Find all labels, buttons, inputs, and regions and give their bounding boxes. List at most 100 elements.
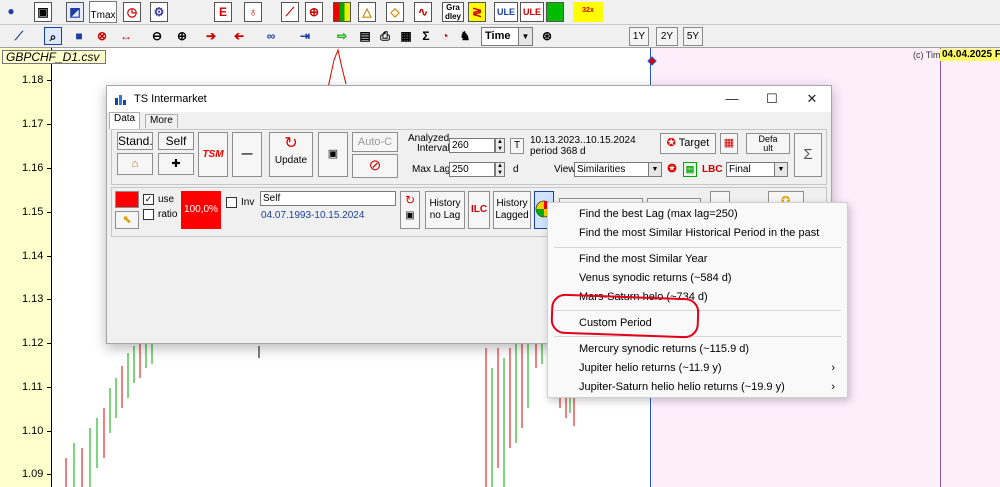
history-nolag-label-2: no Lag (429, 210, 461, 221)
draw-line-icon[interactable]: ⟋ (10, 27, 28, 45)
history-nolag-button[interactable]: History no Lag (425, 191, 465, 229)
zoom-badge[interactable]: 32x (573, 2, 603, 22)
menu-item-mercury-synodic[interactable]: Mercury synodic returns (~115.9 d) (548, 340, 847, 359)
days-label: d (513, 164, 519, 175)
print-icon[interactable]: ⎙ (376, 27, 394, 45)
menu-item-jupiter-saturn[interactable]: Jupiter-Saturn helio helio returns (~19.… (548, 378, 847, 397)
triangle-icon[interactable]: △ (358, 2, 376, 22)
zoom-in-icon[interactable]: ⊕ (173, 27, 191, 45)
auto-c-button[interactable]: Auto-C (352, 132, 398, 152)
time-select[interactable]: Time ▼ (481, 27, 533, 46)
dialog-titlebar[interactable]: TS Intermarket — ☐ ✕ (107, 86, 831, 112)
use-checkbox[interactable]: ✓ (143, 194, 154, 205)
add-icon[interactable]: ✚ (158, 153, 194, 175)
analyzed-interval-input[interactable]: 260 (449, 138, 495, 153)
final-select[interactable]: Final ▼ (726, 162, 788, 177)
export-icon[interactable]: ▤ (683, 162, 697, 177)
lock-icon[interactable]: ⊛ (538, 27, 556, 45)
view-label: View (554, 164, 576, 175)
ilc-button[interactable]: ILC (468, 191, 490, 229)
zoom-label: 32x (582, 7, 594, 14)
compass-button[interactable]: ⊘ (352, 154, 398, 178)
clock-icon[interactable]: ◷ (123, 2, 141, 22)
compass-icon[interactable]: ⊕ (305, 2, 323, 22)
minus-button[interactable]: — (232, 132, 262, 177)
sigma-button[interactable]: Σ (794, 133, 822, 177)
wave-icon[interactable]: ∿ (414, 2, 432, 22)
color-bars-icon[interactable] (333, 2, 351, 22)
width-icon[interactable]: ↔ (117, 27, 135, 45)
gear-icon[interactable]: ⚙ (150, 2, 168, 22)
maximize-button[interactable]: ☐ (759, 89, 785, 109)
today-marker-icon[interactable] (647, 56, 657, 66)
refresh-small-icon: ↻ (404, 193, 416, 207)
default-button[interactable]: Defa ult (746, 133, 790, 154)
ule-button[interactable]: ULE (494, 2, 518, 22)
line-chart-icon[interactable]: ⟋ (281, 2, 299, 22)
menu-item-venus-synodic[interactable]: Venus synodic returns (~584 d) (548, 269, 847, 288)
maxlag-input[interactable]: 250 (449, 162, 495, 177)
magnifier-icon[interactable]: ⌕ (44, 27, 62, 45)
arrow-right-icon[interactable]: ➔ (202, 27, 220, 45)
world-icon[interactable]: ● (2, 2, 20, 22)
green-square-icon[interactable] (546, 2, 564, 22)
range-1y-button[interactable]: 1Y (629, 27, 649, 46)
menu-item-similar-year[interactable]: Find the most Similar Year (548, 250, 847, 269)
ule2-button[interactable]: ULE (520, 2, 544, 22)
self-button[interactable]: Self (158, 132, 194, 150)
ratio-checkbox[interactable] (143, 209, 154, 220)
range-5y-button[interactable]: 5Y (683, 27, 703, 46)
zigzag-icon[interactable]: ≷ (468, 2, 486, 22)
close-button[interactable]: ✕ (799, 89, 825, 109)
history-lagged-button[interactable]: History Lagged (493, 191, 531, 229)
percent-badge[interactable]: 100,0% (181, 191, 221, 229)
self-range-text: 04.07.1993-10.15.2024 (261, 210, 365, 221)
document-icon[interactable]: ▤ (356, 27, 374, 45)
folder-open-icon[interactable]: ⌂ (117, 153, 153, 175)
save-button[interactable]: ▣ (318, 132, 348, 177)
inv-checkbox[interactable] (226, 197, 237, 208)
update-button[interactable]: ↻ Update (269, 132, 313, 177)
view-select[interactable]: Similarities ▼ (574, 162, 662, 177)
blue-square-icon[interactable]: ■ (70, 27, 88, 45)
target-button[interactable]: ✪ Target (660, 133, 716, 154)
minimize-button[interactable]: — (719, 89, 745, 109)
maxlag-spinner[interactable]: ▲ ▼ (495, 162, 505, 177)
grid-button[interactable]: ▦ (720, 133, 738, 154)
chart-window-icon[interactable]: ◩ (66, 2, 84, 22)
tab-data[interactable]: Data (109, 112, 141, 129)
align-right-icon[interactable]: ⇥ (296, 27, 314, 45)
arrow-left-icon[interactable]: ➔ (230, 27, 248, 45)
green-arrow-icon[interactable]: ⇨ (333, 27, 351, 45)
clock-small-icon[interactable]: ◔ (436, 27, 454, 45)
table-icon[interactable]: ▦ (397, 27, 415, 45)
tmax-button[interactable]: Tmax (89, 1, 117, 23)
menu-item-best-lag[interactable]: Find the best Lag (max lag=250) (548, 205, 847, 224)
refresh-icon: ↻ (284, 135, 298, 152)
planet-e-icon[interactable]: E (214, 2, 232, 22)
menu-item-similar-period[interactable]: Find the most Similar Historical Period … (548, 224, 847, 243)
tsm-button[interactable]: TSM (198, 132, 228, 177)
pointer-icon[interactable]: ⬉ (115, 211, 139, 229)
menu-item-jupiter-helio[interactable]: Jupiter helio returns (~11.9 y) › (548, 359, 847, 378)
t-button[interactable]: T (510, 138, 524, 154)
gradley-button[interactable]: Gra dley (442, 2, 464, 22)
standard-button[interactable]: Stand. (117, 132, 153, 150)
analyzed-spinner[interactable]: ▲ ▼ (495, 138, 505, 153)
range-2y-button[interactable]: 2Y (656, 27, 678, 46)
crosshair-icon[interactable]: ⊗ (93, 27, 111, 45)
y-tick: 1.18 (0, 73, 52, 87)
series-color-button[interactable] (115, 191, 139, 208)
diamond-icon[interactable]: ◇ (386, 2, 404, 22)
link-icon[interactable]: ∞ (262, 27, 280, 45)
save-icon[interactable]: ▣ (34, 2, 52, 22)
target-small-icon[interactable]: ✪ (665, 162, 679, 177)
tab-more[interactable]: More (145, 114, 178, 128)
refresh-save-button[interactable]: ↻ ▣ (400, 191, 420, 229)
self-series-input[interactable]: Self (260, 191, 396, 206)
planet-h-icon[interactable]: ♁ (244, 2, 262, 22)
figure-icon[interactable]: ♞ (456, 27, 474, 45)
sigma-icon[interactable]: Σ (417, 27, 435, 45)
zoom-out-icon[interactable]: ⊖ (148, 27, 166, 45)
lbc-label[interactable]: LBC (702, 164, 723, 175)
